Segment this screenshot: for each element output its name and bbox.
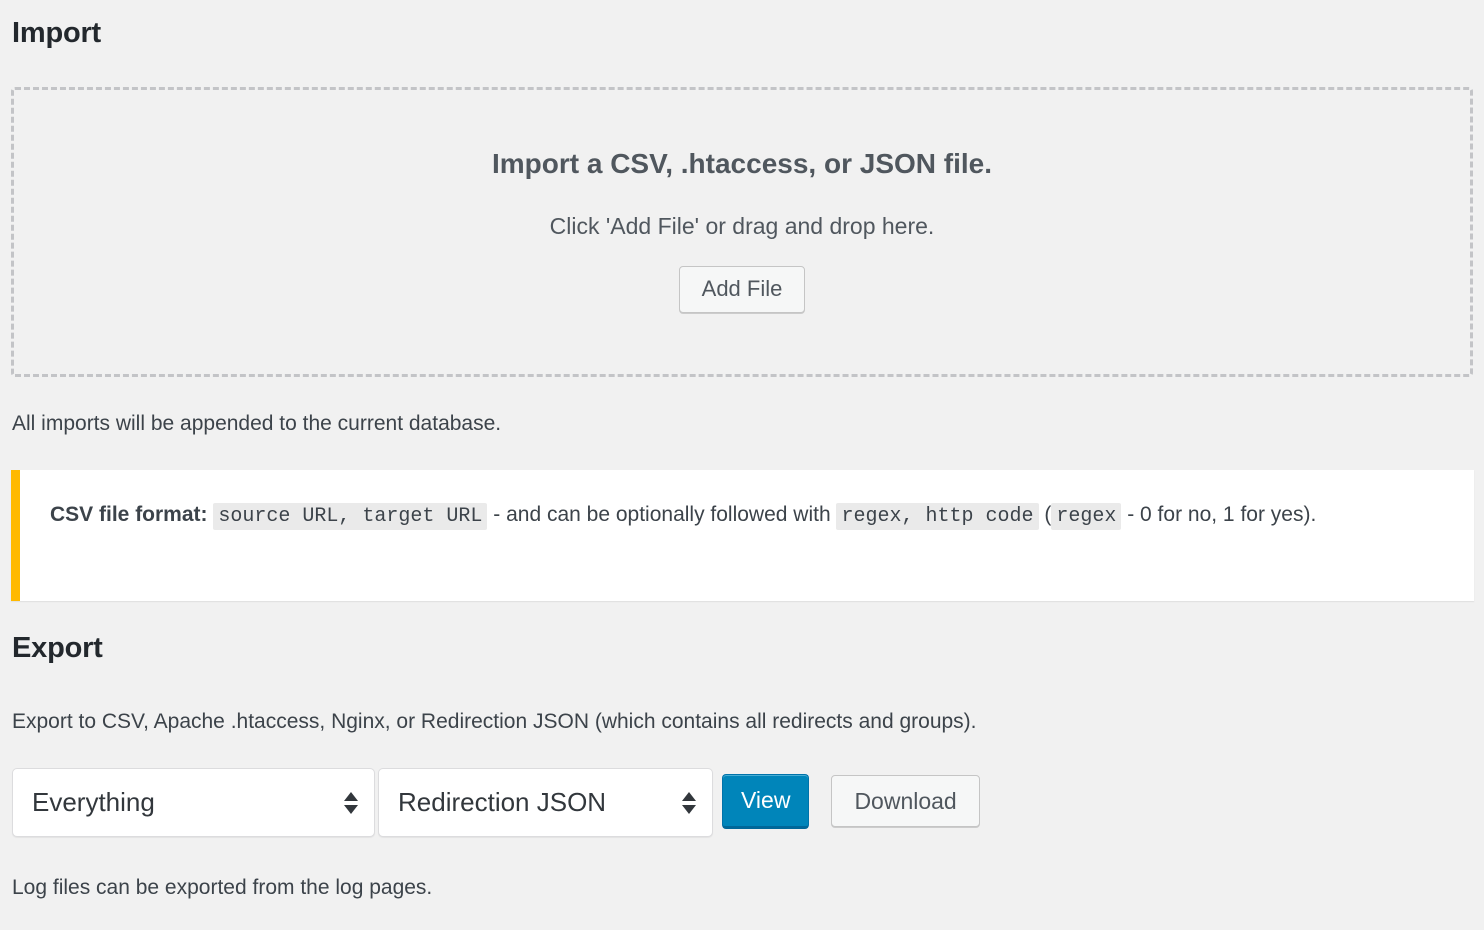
csv-format-label: CSV file format: — [50, 503, 208, 526]
dropzone-subtitle: Click 'Add File' or drag and drop here. — [14, 181, 1470, 241]
import-append-note: All imports will be appended to the curr… — [12, 409, 501, 438]
import-section-heading: Import — [12, 19, 101, 48]
file-dropzone[interactable]: Import a CSV, .htaccess, or JSON file. C… — [11, 87, 1473, 377]
dropzone-title: Import a CSV, .htaccess, or JSON file. — [14, 90, 1470, 181]
export-description: Export to CSV, Apache .htaccess, Nginx, … — [12, 707, 977, 736]
view-button[interactable]: View — [722, 774, 809, 829]
csv-format-text-tail: - 0 for no, 1 for yes). — [1127, 503, 1316, 526]
import-export-page: Import Import a CSV, .htaccess, or JSON … — [0, 0, 1484, 930]
export-section-heading: Export — [12, 634, 103, 663]
select-updown-arrows-icon — [344, 792, 358, 814]
download-button[interactable]: Download — [831, 775, 979, 827]
export-controls: Everything Redirection JSON View Downloa… — [12, 768, 980, 837]
csv-format-text-middle: - and can be optionally followed with — [493, 503, 830, 526]
add-file-button[interactable]: Add File — [679, 266, 806, 313]
add-file-button-wrap: Add File — [14, 240, 1470, 313]
log-export-note: Log files can be exported from the log p… — [12, 873, 432, 902]
code-regex-http-code: regex, http code — [836, 503, 1038, 530]
export-scope-select-value: Everything — [32, 787, 155, 818]
csv-format-notice-body: CSV file format: source URL, target URL … — [20, 470, 1474, 535]
csv-format-notice: CSV file format: source URL, target URL … — [11, 470, 1474, 601]
export-format-select-value: Redirection JSON — [398, 787, 606, 818]
export-scope-select[interactable]: Everything — [12, 768, 375, 837]
export-format-select[interactable]: Redirection JSON — [378, 768, 713, 837]
code-regex: regex — [1051, 503, 1121, 530]
select-updown-arrows-icon — [682, 792, 696, 814]
code-source-target-url: source URL, target URL — [213, 503, 487, 530]
